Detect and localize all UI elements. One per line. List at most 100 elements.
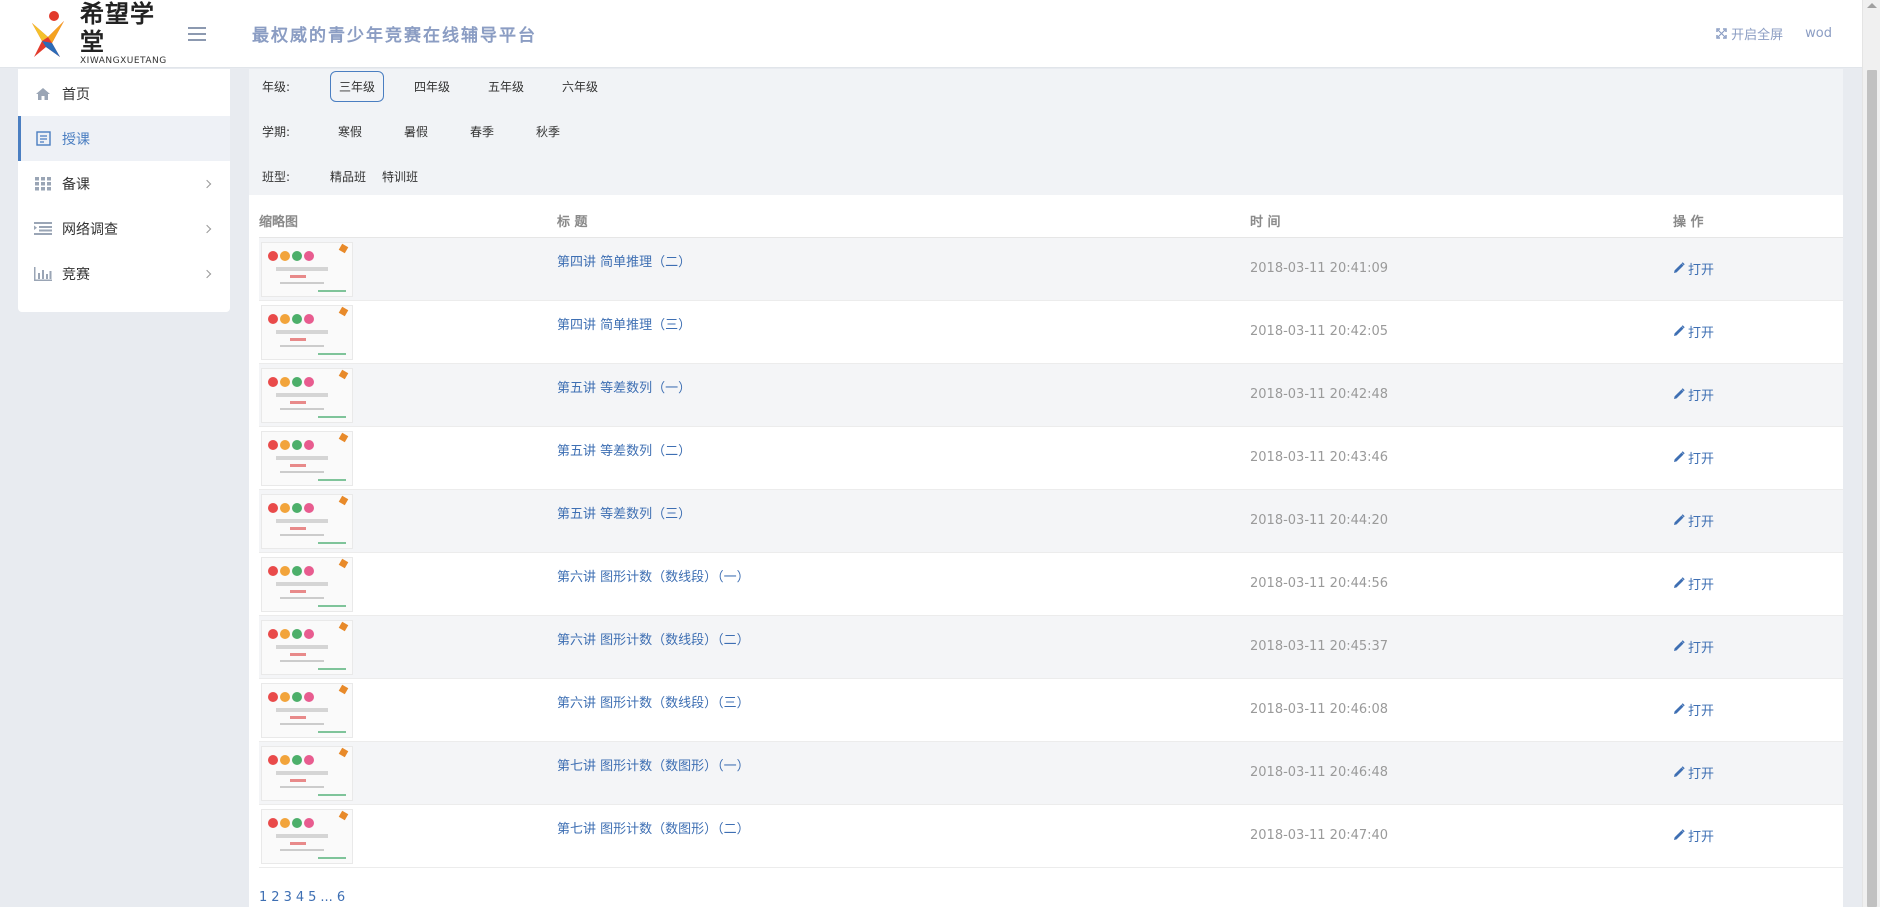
thumbnail-cell <box>259 678 557 742</box>
open-button[interactable]: 打开 <box>1673 574 1714 593</box>
logo[interactable]: 希望学堂 XIWANGXUETANG <box>28 0 178 67</box>
sidebar-item-label: 竞赛 <box>62 266 90 283</box>
open-button[interactable]: 打开 <box>1673 385 1714 404</box>
open-label: 打开 <box>1688 829 1715 845</box>
lesson-thumbnail[interactable] <box>261 682 353 738</box>
top-header: 希望学堂 XIWANGXUETANG 最权威的青少年竞赛在线辅导平台 开启全屏 … <box>0 0 1862 68</box>
sidebar-item-survey[interactable]: 网络调查 <box>18 206 230 251</box>
sidebar-item-competition[interactable]: 竞赛 <box>18 251 230 296</box>
sidebar-item-prepare[interactable]: 备课 <box>18 161 230 206</box>
lesson-title-link[interactable]: 第四讲 简单推理（三） <box>557 314 691 333</box>
fullscreen-button[interactable]: 开启全屏 <box>1716 24 1783 43</box>
title-cell: 第七讲 图形计数（数图形）（二） <box>557 804 1250 868</box>
time-cell: 2018-03-11 20:42:48 <box>1250 363 1673 427</box>
pencil-icon <box>1674 640 1685 652</box>
table-row: 第七讲 图形计数（数图形）（二） 2018-03-11 20:47:40 打开 <box>259 804 1843 868</box>
page-link[interactable]: 2 <box>271 890 279 905</box>
table-row: 第四讲 简单推理（三） 2018-03-11 20:42:05 打开 <box>259 300 1843 364</box>
bar-chart-icon <box>34 266 52 281</box>
lesson-thumbnail[interactable] <box>261 745 353 801</box>
scrollbar-thumb[interactable] <box>1867 70 1877 907</box>
thumbnail-cell <box>259 804 557 868</box>
term-filter-label: 学期: <box>262 125 291 139</box>
scroll-up-arrow-icon[interactable] <box>1867 3 1877 8</box>
term-option-summer[interactable]: 暑假 <box>396 117 436 146</box>
grade-option-5[interactable]: 五年级 <box>480 72 532 101</box>
lesson-thumbnail[interactable] <box>261 241 353 297</box>
action-cell: 打开 <box>1673 678 1843 742</box>
open-button[interactable]: 打开 <box>1673 637 1714 656</box>
action-cell: 打开 <box>1673 804 1843 868</box>
action-cell: 打开 <box>1673 363 1843 427</box>
grade-option-4[interactable]: 四年级 <box>406 72 458 101</box>
class-option-premium[interactable]: 精品班 <box>322 162 374 191</box>
term-option-winter[interactable]: 寒假 <box>330 117 370 146</box>
grade-filter: 年级: 三年级 四年级 五年级 六年级 <box>262 71 628 102</box>
page-scrollbar[interactable] <box>1862 0 1880 907</box>
page-link[interactable]: 1 <box>259 890 267 905</box>
grid-icon <box>34 176 52 191</box>
table-row: 第七讲 图形计数（数图形）（一） 2018-03-11 20:46:48 打开 <box>259 741 1843 805</box>
term-option-autumn[interactable]: 秋季 <box>528 117 568 146</box>
home-icon <box>34 87 52 101</box>
lesson-title-link[interactable]: 第七讲 图形计数（数图形）（一） <box>557 755 750 774</box>
column-header-thumbnail: 缩略图 <box>259 195 557 238</box>
pencil-icon <box>1674 262 1685 274</box>
page-link[interactable]: 4 <box>296 890 304 905</box>
lesson-title-link[interactable]: 第五讲 等差数列（二） <box>557 440 691 459</box>
term-option-spring[interactable]: 春季 <box>462 117 502 146</box>
open-button[interactable]: 打开 <box>1673 826 1714 845</box>
action-cell: 打开 <box>1673 552 1843 616</box>
grade-option-3[interactable]: 三年级 <box>330 71 385 102</box>
action-cell: 打开 <box>1673 489 1843 553</box>
lesson-thumbnail[interactable] <box>261 367 353 423</box>
lesson-thumbnail[interactable] <box>261 808 353 864</box>
logo-mark-icon <box>28 9 72 59</box>
open-button[interactable]: 打开 <box>1673 700 1714 719</box>
lesson-title-link[interactable]: 第六讲 图形计数（数线段）（三） <box>557 692 750 711</box>
lesson-table-area: 缩略图 标 题 时 间 操 作 第四讲 简单推理（二） 2018-03-11 20… <box>249 195 1843 907</box>
page-link[interactable]: 3 <box>284 890 292 905</box>
slogan: 最权威的青少年竞赛在线辅导平台 <box>252 26 537 46</box>
open-button[interactable]: 打开 <box>1673 511 1714 530</box>
class-option-special[interactable]: 特训班 <box>374 162 426 191</box>
open-button[interactable]: 打开 <box>1673 448 1714 467</box>
open-button[interactable]: 打开 <box>1673 322 1714 341</box>
lesson-title-link[interactable]: 第六讲 图形计数（数线段）（二） <box>557 629 750 648</box>
open-label: 打开 <box>1688 451 1715 467</box>
open-label: 打开 <box>1688 766 1715 782</box>
grade-option-6[interactable]: 六年级 <box>554 72 606 101</box>
title-cell: 第五讲 等差数列（一） <box>557 363 1250 427</box>
chevron-right-icon <box>202 269 212 278</box>
sidebar-item-home[interactable]: 首页 <box>18 71 230 116</box>
lesson-title-link[interactable]: 第六讲 图形计数（数线段）（一） <box>557 566 750 585</box>
lesson-thumbnail[interactable] <box>261 493 353 549</box>
menu-toggle-icon[interactable] <box>188 26 206 41</box>
pencil-icon <box>1674 451 1685 463</box>
time-cell: 2018-03-11 20:41:09 <box>1250 237 1673 301</box>
table-row: 第四讲 简单推理（二） 2018-03-11 20:41:09 打开 <box>259 237 1843 301</box>
thumbnail-cell <box>259 300 557 364</box>
page-link-last[interactable]: 6 <box>337 890 345 905</box>
lesson-title-link[interactable]: 第四讲 简单推理（二） <box>557 251 691 270</box>
pencil-icon <box>1674 829 1685 841</box>
open-button[interactable]: 打开 <box>1673 763 1714 782</box>
lesson-thumbnail[interactable] <box>261 430 353 486</box>
lesson-title-link[interactable]: 第七讲 图形计数（数图形）（二） <box>557 818 750 837</box>
sidebar-item-lesson[interactable]: 授课 <box>18 116 230 161</box>
lesson-title-link[interactable]: 第五讲 等差数列（三） <box>557 503 691 522</box>
lesson-thumbnail[interactable] <box>261 619 353 675</box>
lesson-thumbnail[interactable] <box>261 304 353 360</box>
title-cell: 第六讲 图形计数（数线段）（三） <box>557 678 1250 742</box>
page-link[interactable]: 5 <box>308 890 316 905</box>
lesson-thumbnail[interactable] <box>261 556 353 612</box>
grade-filter-label: 年级: <box>262 80 291 94</box>
fullscreen-label: 开启全屏 <box>1731 28 1784 43</box>
user-menu[interactable]: wod <box>1805 26 1832 41</box>
time-cell: 2018-03-11 20:44:56 <box>1250 552 1673 616</box>
open-button[interactable]: 打开 <box>1673 259 1714 278</box>
pencil-icon <box>1674 514 1685 526</box>
lesson-title-link[interactable]: 第五讲 等差数列（一） <box>557 377 691 396</box>
table-row: 第六讲 图形计数（数线段）（一） 2018-03-11 20:44:56 打开 <box>259 552 1843 616</box>
action-cell: 打开 <box>1673 741 1843 805</box>
